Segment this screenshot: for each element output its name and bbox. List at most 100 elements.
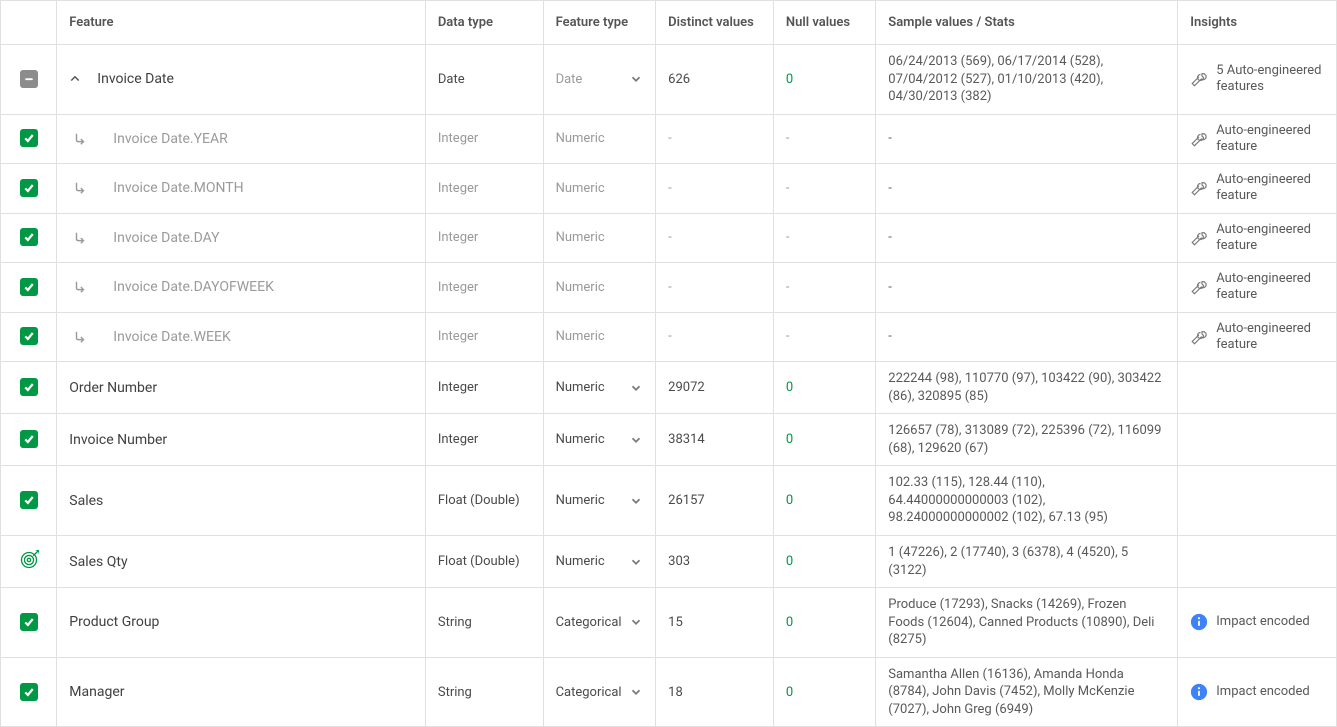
chevron-down-icon [629,615,643,629]
table-row: Invoice DateDateDate626006/24/2013 (569)… [1,45,1337,115]
featuretype-select: Numeric [556,131,644,146]
feature-name[interactable]: Invoice Date [97,71,174,87]
null-values: 0 [773,588,875,658]
col-header-datatype[interactable]: Data type [425,1,543,45]
featuretype-select: Numeric [556,230,644,245]
checkbox-checked[interactable] [20,683,38,701]
null-values: 0 [773,362,875,414]
col-header-null[interactable]: Null values [773,1,875,45]
checkbox-checked[interactable] [20,491,38,509]
table-row: Invoice Date.WEEKIntegerNumeric---Auto-e… [1,312,1337,362]
datatype-cell: Float (Double) [425,466,543,536]
datatype-cell: String [425,657,543,727]
checkbox-checked[interactable] [20,278,38,296]
distinct-values: 26157 [656,466,774,536]
insight-cell: Impact encoded [1178,657,1337,727]
insight-text: Auto-engineered feature [1216,172,1324,205]
col-header-featuretype[interactable]: Feature type [543,1,656,45]
insight-cell: Auto-engineered feature [1178,312,1337,362]
col-header-feature[interactable]: Feature [57,1,426,45]
checkbox-indeterminate[interactable] [20,70,38,88]
featuretype-select[interactable]: Numeric [556,493,644,508]
feature-name[interactable]: Invoice Date.DAY [113,230,219,246]
null-values: - [773,312,875,362]
child-arrow-icon [73,181,87,195]
insight-cell: Impact encoded [1178,588,1337,658]
feature-name[interactable]: Invoice Number [69,432,167,448]
null-values: - [773,213,875,263]
feature-name[interactable]: Invoice Date.DAYOFWEEK [113,279,274,295]
wrench-icon [1190,70,1208,88]
featuretype-select[interactable]: Categorical [556,685,644,700]
sample-values: 1 (47226), 2 (17740), 3 (6378), 4 (4520)… [876,535,1178,587]
datatype-cell: Integer [425,263,543,313]
distinct-values: 18 [656,657,774,727]
sample-values: - [876,114,1178,164]
checkbox-checked[interactable] [20,179,38,197]
col-header-distinct[interactable]: Distinct values [656,1,774,45]
chevron-down-icon [629,72,643,86]
feature-name[interactable]: Invoice Date.WEEK [113,329,230,345]
featuretype-select[interactable]: Categorical [556,615,644,630]
insight-cell: Auto-engineered feature [1178,164,1337,214]
datatype-cell: Integer [425,414,543,466]
table-row: ManagerStringCategorical180Samantha Alle… [1,657,1337,727]
feature-name[interactable]: Invoice Date.YEAR [113,131,227,147]
datatype-cell: Integer [425,312,543,362]
feature-name[interactable]: Sales [69,493,103,509]
checkbox-checked[interactable] [20,613,38,631]
featuretype-select[interactable]: Numeric [556,432,644,447]
datatype-cell: Float (Double) [425,535,543,587]
feature-table: Feature Data type Feature type Distinct … [0,0,1337,727]
feature-name[interactable]: Manager [69,684,124,700]
null-values: 0 [773,657,875,727]
null-values: 0 [773,414,875,466]
collapse-icon[interactable] [69,73,81,85]
insight-text: Impact encoded [1216,614,1309,630]
insight-cell: Auto-engineered feature [1178,114,1337,164]
sample-values: 126657 (78), 313089 (72), 225396 (72), 1… [876,414,1178,466]
checkbox-checked[interactable] [20,129,38,147]
sample-values: 222244 (98), 110770 (97), 103422 (90), 3… [876,362,1178,414]
col-header-sample[interactable]: Sample values / Stats [876,1,1178,45]
insight-text: Auto-engineered feature [1216,123,1324,156]
null-values: - [773,164,875,214]
feature-name[interactable]: Order Number [69,380,157,396]
datatype-cell: String [425,588,543,658]
checkbox-checked[interactable] [20,228,38,246]
col-header-insights[interactable]: Insights [1178,1,1337,45]
featuretype-select[interactable]: Numeric [556,380,644,395]
null-values: 0 [773,535,875,587]
null-values: - [773,263,875,313]
col-header-checkbox [1,1,57,45]
insight-text: Auto-engineered feature [1216,321,1324,354]
table-row: Sales Qty Float (Double) Numeric 30301 (472… [1,535,1337,587]
feature-name[interactable]: Invoice Date.MONTH [113,180,243,196]
checkbox-checked[interactable] [20,430,38,448]
table-row: Invoice Date.DAYOFWEEKIntegerNumeric---A… [1,263,1337,313]
featuretype-select[interactable]: Date [556,72,644,87]
featuretype-select[interactable]: Numeric [556,554,644,569]
sample-values: Produce (17293), Snacks (14269), Frozen … [876,588,1178,658]
wrench-icon [1190,229,1208,247]
distinct-values: - [656,263,774,313]
featuretype-select: Numeric [556,181,644,196]
feature-name[interactable]: Sales Qty [69,554,127,570]
distinct-values: 303 [656,535,774,587]
chevron-down-icon [629,494,643,508]
insight-cell: Auto-engineered feature [1178,213,1337,263]
info-icon [1190,613,1208,631]
table-row: Product Group String Categorical 150Produce… [1,588,1337,658]
insight-cell [1178,466,1337,536]
distinct-values: 15 [656,588,774,658]
checkbox-checked[interactable] [20,378,38,396]
chevron-down-icon [629,381,643,395]
feature-name[interactable]: Product Group [69,614,159,630]
chevron-down-icon [629,685,643,699]
datatype-cell: Integer [425,362,543,414]
datatype-cell: Integer [425,164,543,214]
distinct-values: - [656,164,774,214]
checkbox-checked[interactable] [20,327,38,345]
chevron-down-icon [629,433,643,447]
distinct-values: - [656,114,774,164]
